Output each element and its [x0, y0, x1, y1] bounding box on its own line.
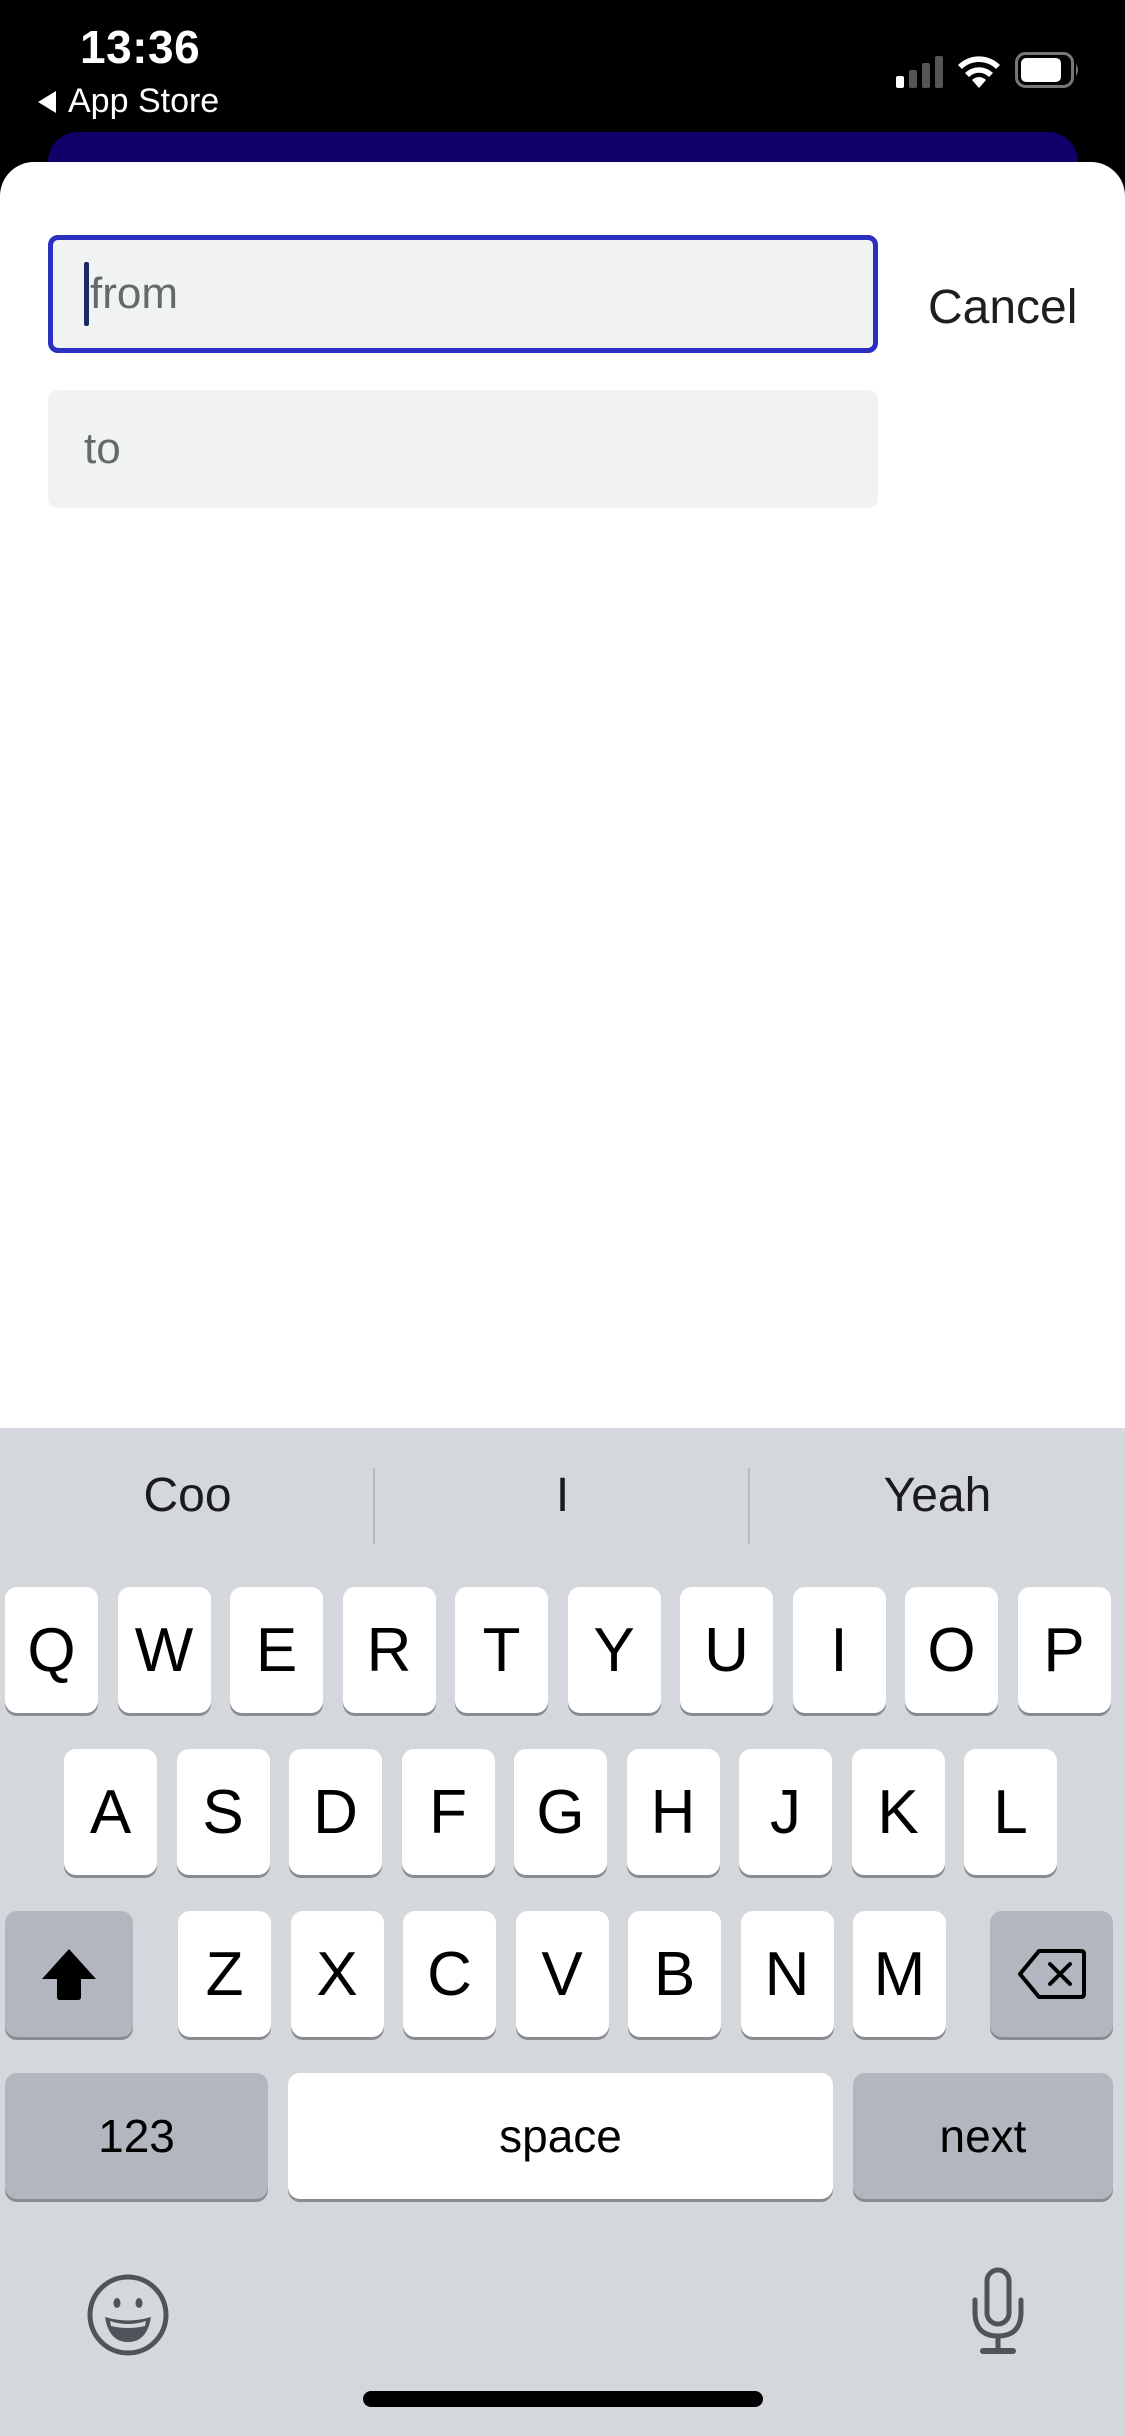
key-u[interactable]: U: [680, 1587, 773, 1713]
key-z[interactable]: Z: [178, 1911, 271, 2037]
suggestion-bar: Coo I Yeah: [0, 1428, 1125, 1570]
to-input[interactable]: to: [48, 390, 878, 508]
delete-key[interactable]: [990, 1911, 1113, 2037]
key-v[interactable]: V: [515, 1911, 609, 2037]
back-triangle-icon: [38, 90, 56, 113]
key-e[interactable]: E: [230, 1587, 323, 1713]
status-time: 13:36: [80, 21, 201, 73]
keyboard: Coo I Yeah QWERTYUIOP ASDFGHJKL ZXCVBNM …: [0, 1428, 1125, 2436]
key-m[interactable]: M: [853, 1911, 946, 2037]
from-placeholder: from: [90, 269, 178, 318]
cellular-signal-icon: [896, 56, 943, 88]
suggestion-item[interactable]: Yeah: [750, 1468, 1125, 1523]
microphone-icon: [972, 2267, 1024, 2354]
shift-icon: [42, 1949, 96, 2000]
emoji-icon: [87, 2274, 169, 2356]
key-s[interactable]: S: [176, 1749, 270, 1875]
wifi-icon: [958, 56, 1000, 88]
key-n[interactable]: N: [740, 1911, 834, 2037]
cancel-button[interactable]: Cancel: [928, 280, 1077, 335]
delete-icon: [1017, 1949, 1086, 1999]
text-caret: [84, 262, 89, 326]
to-placeholder: to: [84, 424, 121, 473]
microphone-button[interactable]: [963, 2266, 1033, 2361]
key-h[interactable]: H: [626, 1749, 720, 1875]
suggestion-item[interactable]: Coo: [0, 1468, 375, 1523]
key-g[interactable]: G: [514, 1749, 607, 1875]
status-icons: [896, 52, 1081, 88]
key-b[interactable]: B: [628, 1911, 721, 2037]
key-d[interactable]: D: [289, 1749, 382, 1875]
key-c[interactable]: C: [403, 1911, 496, 2037]
key-r[interactable]: R: [342, 1587, 436, 1713]
key-x[interactable]: X: [290, 1911, 384, 2037]
key-l[interactable]: L: [964, 1749, 1057, 1875]
key-f[interactable]: F: [401, 1749, 495, 1875]
emoji-button[interactable]: [85, 2272, 171, 2363]
space-key[interactable]: space: [288, 2073, 833, 2199]
from-input[interactable]: from: [48, 235, 878, 353]
key-j[interactable]: J: [739, 1749, 832, 1875]
key-w[interactable]: W: [117, 1587, 211, 1713]
key-t[interactable]: T: [455, 1587, 548, 1713]
search-sheet: from to Cancel: [0, 162, 1125, 1428]
key-a[interactable]: A: [64, 1749, 157, 1875]
back-to-app-store-link[interactable]: App Store: [38, 82, 219, 121]
key-k[interactable]: K: [851, 1749, 945, 1875]
key-p[interactable]: P: [1017, 1587, 1111, 1713]
key-q[interactable]: Q: [5, 1587, 98, 1713]
next-key[interactable]: next: [853, 2073, 1113, 2199]
key-y[interactable]: Y: [567, 1587, 661, 1713]
back-link-label: App Store: [68, 82, 220, 120]
key-i[interactable]: I: [792, 1587, 886, 1713]
home-indicator: [363, 2391, 763, 2407]
key-o[interactable]: O: [905, 1587, 998, 1713]
battery-icon: [1015, 52, 1078, 88]
numbers-key[interactable]: 123: [5, 2073, 268, 2199]
shift-key[interactable]: [5, 1911, 133, 2037]
suggestion-item[interactable]: I: [375, 1468, 750, 1523]
